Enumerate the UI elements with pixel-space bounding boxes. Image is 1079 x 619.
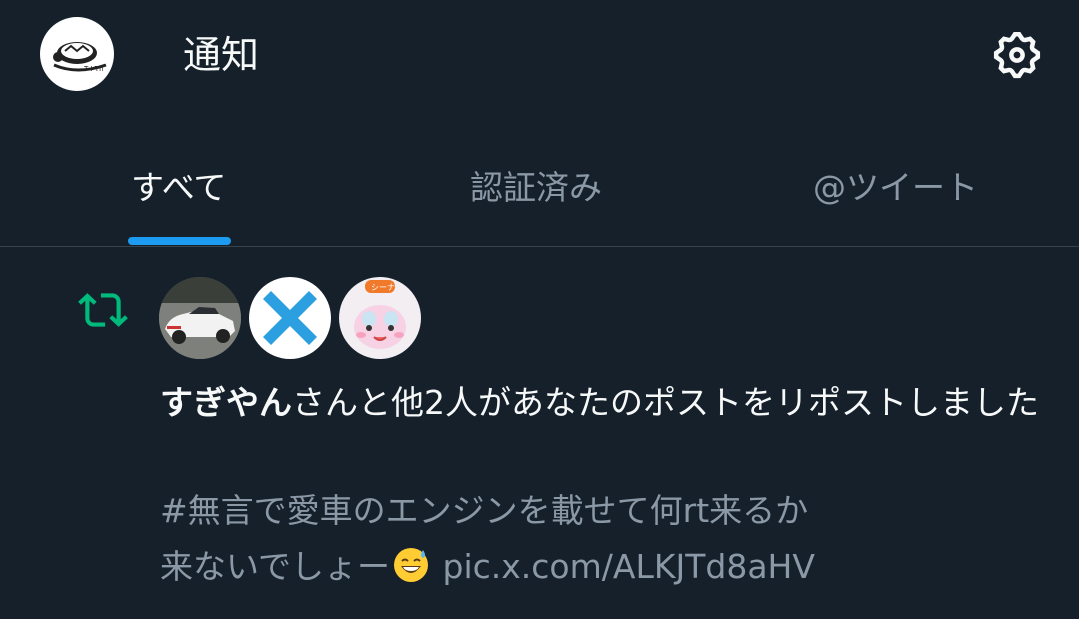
tweet-hashtag-line[interactable]: #無言で愛車のエンジンを載せて何rt来るか: [160, 483, 1040, 539]
notification-message: すぎやんさんと他2人があなたのポストをリポストしました: [160, 375, 1040, 431]
tab-all[interactable]: すべて: [131, 166, 226, 210]
message-text: さんと他2人があなたのポストをリポストしました: [292, 383, 1039, 422]
svg-text:T·I·Th: T·I·Th: [83, 65, 104, 73]
car-photo-icon: [159, 277, 241, 359]
tab-mentions[interactable]: @ツイート: [813, 166, 978, 210]
tweet-second-line: 来ないでしょー pic.x.com/ALKJTd8aHV: [160, 539, 1040, 601]
x-mark-icon: [263, 291, 317, 345]
grinning-sweat-emoji-icon: [392, 545, 430, 601]
tab-verified[interactable]: 認証済み: [470, 166, 602, 210]
profile-avatar[interactable]: T·I·Th: [40, 17, 114, 91]
svg-text:シーナ: シーナ: [371, 283, 395, 292]
tweet-link[interactable]: pic.x.com/ALKJTd8aHV: [443, 547, 815, 586]
car-photo-avatar[interactable]: [159, 277, 241, 359]
notification-tabs: すべて 認証済み @ツイート: [0, 140, 1079, 246]
actor-name[interactable]: すぎやん: [160, 383, 292, 422]
tweet-preview: #無言で愛車のエンジンを載せて何rt来るか 来ないでしょー pic.x.com/…: [160, 483, 1040, 601]
tweet-text: 来ないでしょー: [160, 547, 391, 586]
blue-x-avatar[interactable]: [249, 277, 331, 359]
active-tab-indicator: [128, 237, 231, 245]
anime-character-avatar[interactable]: シーナ: [339, 277, 421, 359]
gear-icon: [993, 31, 1041, 79]
repost-icon: [72, 285, 134, 335]
character-icon: シーナ: [354, 280, 406, 349]
top-app-bar: T·I·Th 通知: [0, 0, 1079, 110]
page-title: 通知: [183, 33, 260, 77]
settings-button[interactable]: [990, 28, 1044, 82]
turtle-logo-icon: T·I·Th: [53, 42, 107, 73]
notification-item[interactable]: シーナ すぎやんさんと他2人があなたのポストをリポストしました #無言で愛車のエ…: [0, 247, 1079, 619]
